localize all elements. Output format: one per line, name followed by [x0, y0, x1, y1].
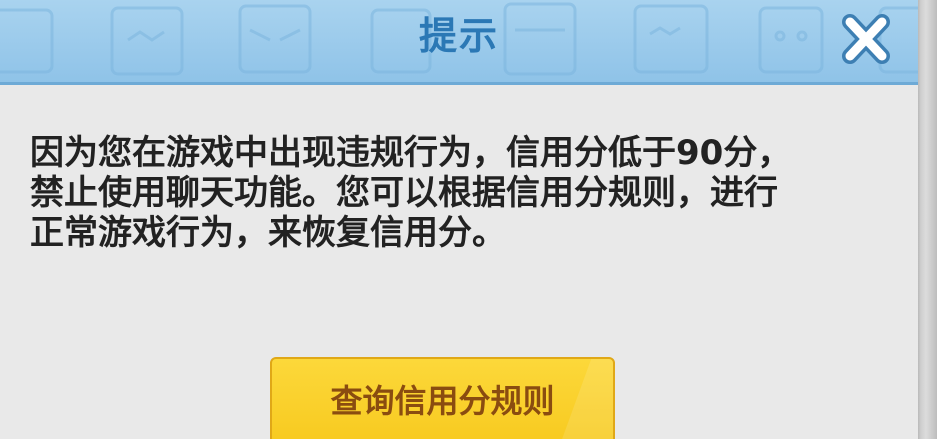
dialog-header: 提示 [0, 0, 918, 85]
close-icon [842, 14, 890, 64]
dialog-title: 提示 [418, 14, 499, 58]
notice-message: 因为您在游戏中出现违规行为，信用分低于90分， 禁止使用聊天功能。您可以根据信用… [30, 133, 792, 253]
notice-dialog: 提示 因为您在游戏中出现违规行为，信用分低于90分， 禁止使用聊天功能。您可以根… [0, 0, 918, 439]
background-edge [918, 0, 937, 439]
query-credit-rules-label: 查询信用分规则 [330, 382, 555, 420]
close-button[interactable] [836, 10, 896, 68]
query-credit-rules-button[interactable]: 查询信用分规则 [270, 357, 615, 439]
